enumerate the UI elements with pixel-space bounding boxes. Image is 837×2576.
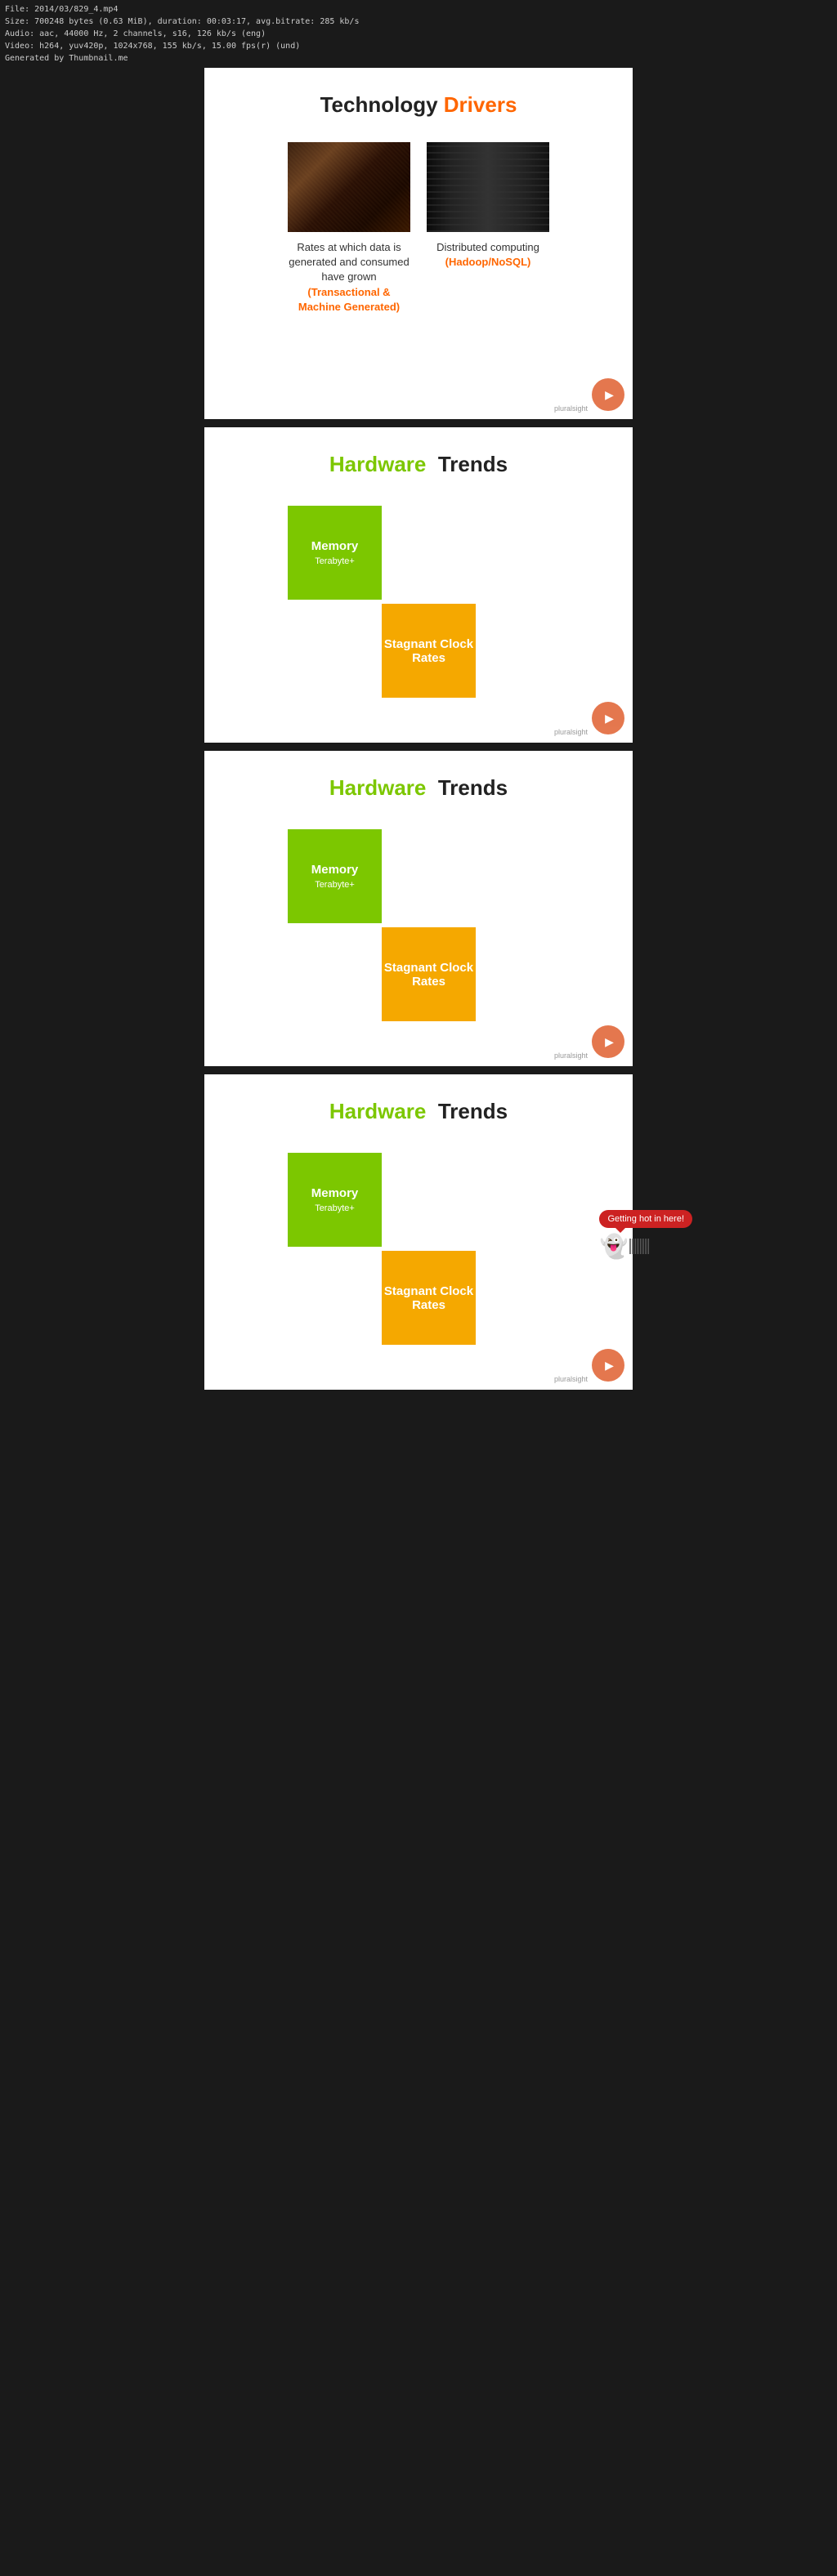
slide-2-title-highlight: Trends — [438, 452, 508, 476]
tech-item-1-highlight: (Transactional & Machine Generated) — [288, 285, 410, 315]
memory-box-4: Memory Terabyte+ — [288, 1153, 382, 1247]
hw-boxes-4: Memory Terabyte+ Stagnant Clock Rates Ge… — [288, 1153, 549, 1349]
stagnant-box-3-title: Stagnant Clock Rates — [382, 961, 476, 989]
stagnant-box-4-title: Stagnant Clock Rates — [382, 1284, 476, 1312]
tech-drivers-content: Rates at which data is generated and con… — [221, 142, 616, 315]
ghost-icon: 👻 — [599, 1233, 628, 1260]
slide-3-title-normal: Hardware — [329, 775, 427, 800]
stagnant-box-4: Stagnant Clock Rates — [382, 1251, 476, 1345]
stagnant-box-2: Stagnant Clock Rates — [382, 604, 476, 698]
tech-item-transactional: Rates at which data is generated and con… — [288, 142, 410, 315]
tech-item-2-desc: Distributed computing (Hadoop/NoSQL) — [427, 240, 549, 270]
pluralsight-logo-3: pluralsight — [554, 1051, 588, 1060]
play-button-3[interactable] — [592, 1025, 624, 1058]
file-info-line3: Audio: aac, 44000 Hz, 2 channels, s16, 1… — [5, 28, 832, 40]
separator-2 — [0, 743, 837, 751]
slide-3-hardware-trends: Hardware Trends Memory Terabyte+ Stagnan… — [204, 751, 633, 1066]
pluralsight-logo-1: pluralsight — [554, 404, 588, 413]
separator-3 — [0, 1066, 837, 1074]
memory-box-3-sub: Terabyte+ — [315, 880, 355, 890]
ghost-thermometer: 👻 |||||||| — [599, 1233, 692, 1260]
memory-box-2: Memory Terabyte+ — [288, 506, 382, 600]
slide-4-title: Hardware Trends — [221, 1099, 616, 1124]
thermometer-bars: |||||||| — [628, 1237, 649, 1256]
tech-item-2-highlight: (Hadoop/NoSQL) — [427, 255, 549, 270]
slide-3-title: Hardware Trends — [221, 775, 616, 801]
memory-box-2-sub: Terabyte+ — [315, 556, 355, 566]
file-info-bar: File: 2014/03/829_4.mp4 Size: 700248 byt… — [0, 0, 837, 68]
play-button-4[interactable] — [592, 1349, 624, 1382]
memory-box-3: Memory Terabyte+ — [288, 829, 382, 923]
stagnant-box-2-title: Stagnant Clock Rates — [382, 637, 476, 665]
memory-box-4-title: Memory — [311, 1186, 359, 1200]
slide-4-title-highlight: Trends — [438, 1099, 508, 1123]
slide-2-hardware-trends: Hardware Trends Memory Terabyte+ Stagnan… — [204, 427, 633, 743]
hw-boxes-3: Memory Terabyte+ Stagnant Clock Rates — [288, 829, 549, 1025]
file-info-line2: Size: 700248 bytes (0.63 MiB), duration:… — [5, 16, 832, 28]
slide-1-technology-drivers: Technology Drivers Rates at which data i… — [204, 68, 633, 419]
slide-4-hardware-trends: Hardware Trends Memory Terabyte+ Stagnan… — [204, 1074, 633, 1390]
hot-tooltip: Getting hot in here! — [599, 1210, 692, 1228]
file-info-line4: Video: h264, yuv420p, 1024x768, 155 kb/s… — [5, 40, 832, 52]
memory-box-3-title: Memory — [311, 863, 359, 877]
slide-2-title: Hardware Trends — [221, 452, 616, 477]
hw-boxes-2: Memory Terabyte+ Stagnant Clock Rates — [288, 506, 549, 702]
slide-2-title-normal: Hardware — [329, 452, 427, 476]
slide-1-title-highlight: Drivers — [444, 92, 517, 117]
pluralsight-logo-4: pluralsight — [554, 1375, 588, 1383]
stagnant-box-3: Stagnant Clock Rates — [382, 927, 476, 1021]
distributed-image — [427, 142, 549, 232]
separator-1 — [0, 419, 837, 427]
pluralsight-logo-2: pluralsight — [554, 728, 588, 736]
file-info-line5: Generated by Thumbnail.me — [5, 52, 832, 65]
page-wrapper: File: 2014/03/829_4.mp4 Size: 700248 byt… — [0, 0, 837, 1390]
slide-1-title-normal: Technology — [320, 92, 438, 117]
memory-box-2-title: Memory — [311, 539, 359, 553]
slide-4-title-normal: Hardware — [329, 1099, 427, 1123]
slide-3-title-highlight: Trends — [438, 775, 508, 800]
transactional-image — [288, 142, 410, 232]
tech-item-1-desc: Rates at which data is generated and con… — [288, 240, 410, 315]
play-button-2[interactable] — [592, 702, 624, 734]
play-button-1[interactable] — [592, 378, 624, 411]
slide-1-title: Technology Drivers — [221, 92, 616, 118]
ghost-tooltip-area: Getting hot in here! 👻 |||||||| — [599, 1210, 692, 1260]
file-info-line1: File: 2014/03/829_4.mp4 — [5, 3, 832, 16]
tech-item-distributed: Distributed computing (Hadoop/NoSQL) — [427, 142, 549, 270]
memory-box-4-sub: Terabyte+ — [315, 1203, 355, 1213]
